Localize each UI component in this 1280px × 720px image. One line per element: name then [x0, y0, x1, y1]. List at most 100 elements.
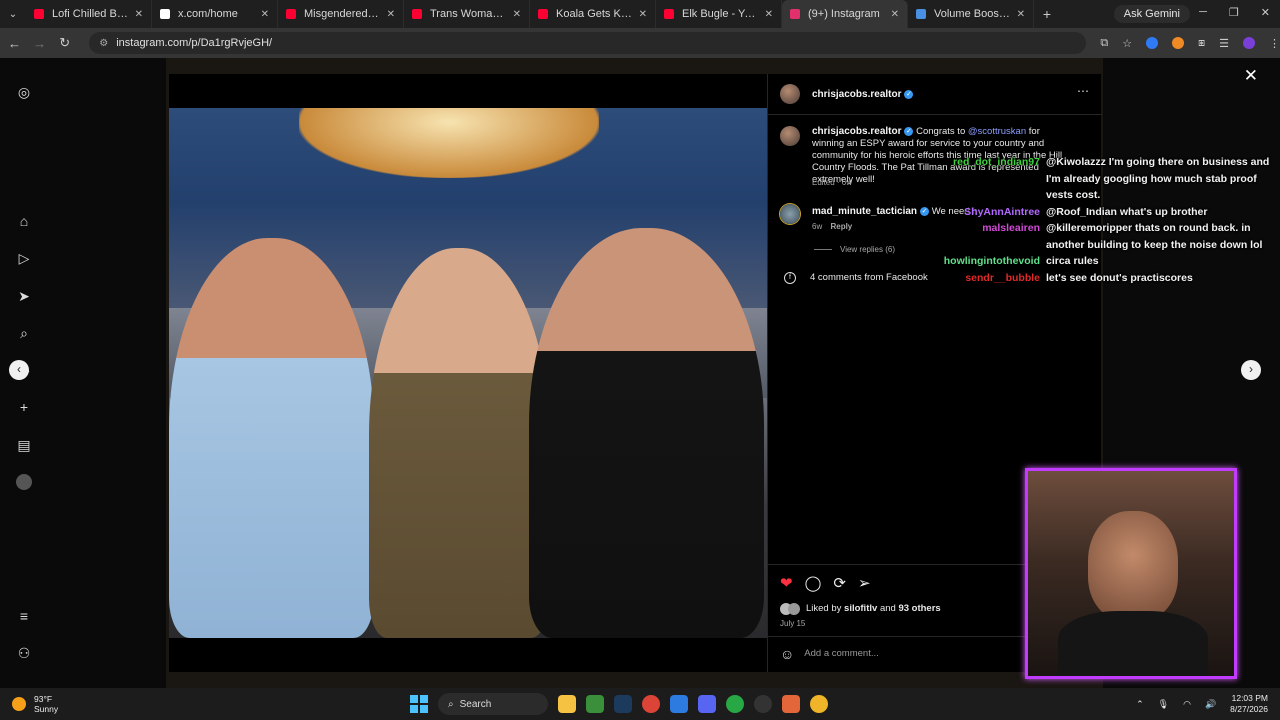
caption-avatar[interactable] — [780, 126, 800, 146]
previous-post-button[interactable]: ‹ — [9, 360, 29, 380]
caption-author[interactable]: chrisjacobs.realtor — [812, 126, 901, 137]
instagram-logo-icon[interactable]: ◎ — [16, 84, 32, 100]
dashboard-icon[interactable]: ▤ — [16, 437, 32, 453]
file-explorer-icon[interactable] — [558, 695, 576, 713]
view-replies-link[interactable]: View replies (6) — [814, 245, 895, 254]
home-icon[interactable]: ⌂ — [16, 213, 32, 229]
chrome-icon[interactable] — [642, 695, 660, 713]
discord-icon[interactable] — [698, 695, 716, 713]
close-window-icon[interactable]: ✕ — [1261, 6, 1270, 19]
install-icon[interactable]: ⧉ — [1100, 37, 1108, 50]
tab-5[interactable]: Elk Bugle - YouTube✕ — [656, 0, 782, 28]
tab-search-icon[interactable]: ⌄ — [0, 0, 26, 28]
new-tab-button[interactable]: + — [1034, 6, 1060, 22]
more-menu-icon[interactable]: ≡ — [16, 608, 32, 624]
xbox-icon[interactable] — [726, 695, 744, 713]
close-tab-icon[interactable]: ✕ — [387, 9, 395, 20]
menu-icon[interactable]: ⋮ — [1269, 37, 1280, 50]
tab-0[interactable]: Lofi Chilled Beats✕ — [26, 0, 152, 28]
close-tab-icon[interactable]: ✕ — [261, 9, 269, 20]
add-comment-input[interactable]: Add a comment... — [804, 648, 878, 660]
comment-bubble-icon[interactable]: ◯ — [805, 574, 822, 592]
taskbar-search[interactable]: ⌕ Search — [438, 693, 548, 715]
youtube-icon — [538, 9, 548, 19]
sun-icon — [12, 697, 26, 711]
verified-badge-icon: ✓ — [904, 126, 914, 136]
maximize-icon[interactable]: ❐ — [1229, 6, 1239, 19]
weather-widget[interactable]: 93°F Sunny — [12, 694, 58, 714]
site-info-icon[interactable]: ⚙ — [99, 38, 108, 49]
caption-mention-link[interactable]: @scottruskan — [968, 126, 1026, 137]
author-avatar[interactable] — [780, 84, 800, 104]
app-icon[interactable] — [670, 695, 688, 713]
streamer-face — [1088, 511, 1178, 621]
youtube-icon — [286, 9, 296, 19]
tab-3[interactable]: Trans Woman Keep✕ — [404, 0, 530, 28]
terminal-icon[interactable] — [586, 695, 604, 713]
extension-icon[interactable] — [1146, 36, 1159, 49]
media-icon[interactable]: ☰ — [1219, 37, 1229, 50]
send-icon[interactable]: ➤ — [16, 288, 32, 304]
minimize-icon[interactable]: ─ — [1199, 6, 1207, 19]
close-tab-icon[interactable]: ✕ — [765, 9, 773, 20]
close-tab-icon[interactable]: ✕ — [135, 9, 143, 20]
windows-start-icon[interactable] — [410, 695, 428, 713]
emoji-icon[interactable]: ☺ — [780, 646, 794, 662]
chrome-active-icon[interactable] — [810, 695, 828, 713]
steam-icon[interactable] — [614, 695, 632, 713]
close-tab-icon[interactable]: ✕ — [513, 9, 521, 20]
tab-1[interactable]: x.com/home ✕ — [152, 0, 278, 28]
like-heart-icon[interactable]: ❤ — [780, 574, 793, 592]
tab-7[interactable]: Volume Booster - ✕ — [908, 0, 1034, 28]
stream-chat-overlay: red_dot_indian97 @Kiwolazzz I'm going the… — [940, 154, 1270, 286]
chat-message: malsleairen @killeremoripper thats on rou… — [940, 220, 1270, 253]
comment-age: 6w — [812, 222, 823, 231]
liked-by-others-link[interactable]: 93 others — [898, 603, 940, 614]
obs-icon[interactable] — [754, 695, 772, 713]
meta-apps-icon[interactable]: ⚇ — [16, 645, 32, 661]
tab-4[interactable]: Koala Gets Kicked Out✕ — [530, 0, 656, 28]
url-field[interactable]: ⚙ instagram.com/p/Da1rgRvjeGH/ — [89, 32, 1087, 54]
weather-condition: Sunny — [34, 704, 59, 714]
close-tab-icon[interactable]: ✕ — [1017, 9, 1025, 20]
search-icon[interactable]: ⌕ — [16, 325, 32, 341]
forward-icon[interactable]: → — [29, 36, 50, 51]
tray-overflow-icon[interactable]: ⌃ — [1136, 699, 1144, 710]
next-post-button[interactable]: › — [1241, 360, 1261, 380]
person-right — [529, 228, 764, 638]
volume-icon[interactable]: 🔊 — [1205, 699, 1216, 710]
liked-by-user-link[interactable]: silofitlv — [844, 603, 877, 614]
ask-gemini-button[interactable]: Ask Gemini — [1113, 5, 1190, 23]
comment-avatar[interactable] — [780, 204, 800, 224]
liked-by-and: and — [879, 603, 896, 614]
share-icon[interactable]: ➢ — [858, 574, 871, 592]
app-icon[interactable] — [782, 695, 800, 713]
back-icon[interactable]: ← — [4, 36, 25, 51]
extensions-puzzle-icon[interactable]: ⧆ — [1198, 37, 1205, 50]
caption-avatar-wrap — [780, 126, 800, 151]
profile-avatar[interactable] — [1242, 36, 1255, 49]
clock[interactable]: 12:03 PM 8/27/2026 — [1230, 693, 1268, 715]
reload-icon[interactable]: ↻ — [54, 35, 75, 51]
microphone-icon[interactable]: 🎙 — [1158, 699, 1169, 710]
profile-avatar[interactable] — [16, 474, 32, 490]
close-tab-icon[interactable]: ✕ — [639, 9, 647, 20]
wifi-icon[interactable]: ◠ — [1183, 699, 1191, 710]
more-options-icon[interactable]: ⋯ — [1077, 84, 1089, 98]
close-tab-icon[interactable]: ✕ — [891, 9, 899, 20]
liker-avatar — [788, 603, 800, 615]
chat-message: sendr__bubble let's see donut's practisco… — [940, 270, 1270, 287]
tab-6[interactable]: (9+) Instagram ✕ — [782, 0, 908, 28]
extension-icon[interactable] — [1172, 36, 1185, 49]
bookmark-star-icon[interactable]: ☆ — [1122, 37, 1132, 50]
author-handle[interactable]: chrisjacobs.realtor — [812, 89, 901, 100]
comment-author[interactable]: mad_minute_tactician — [812, 206, 917, 217]
post-image[interactable] — [169, 74, 767, 672]
close-modal-icon[interactable]: ✕ — [1244, 66, 1258, 86]
tab-2[interactable]: Misgendered Shoplifte✕ — [278, 0, 404, 28]
create-icon[interactable]: + — [16, 399, 32, 415]
reels-icon[interactable]: ▷ — [16, 250, 32, 266]
facebook-comments-row[interactable]: f 4 comments from Facebook — [784, 272, 928, 284]
repost-icon[interactable]: ⟳ — [833, 574, 846, 592]
comment-reply-link[interactable]: Reply — [830, 222, 852, 231]
